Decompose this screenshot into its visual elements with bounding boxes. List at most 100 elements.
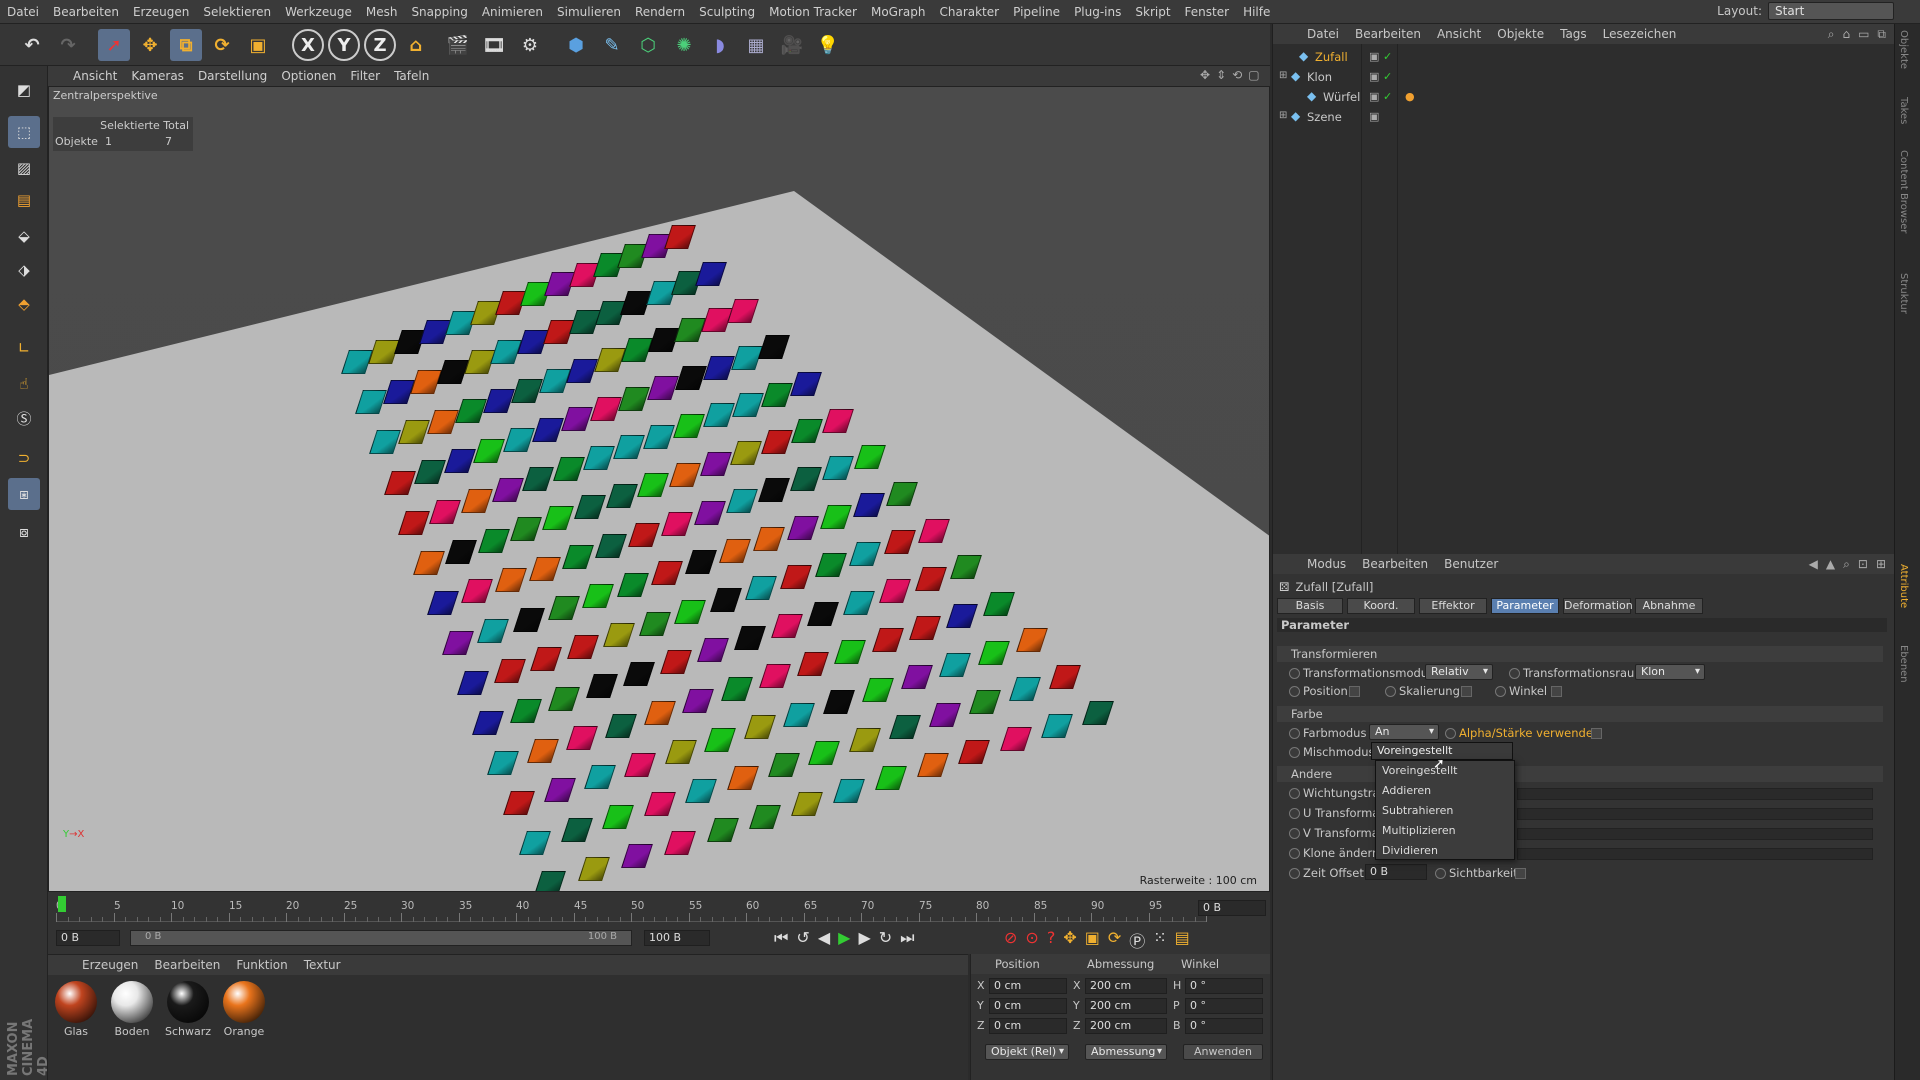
object-menu-5[interactable]: Lesezeichen [1595, 27, 1685, 41]
cloner-icon[interactable]: ✺ [668, 29, 700, 61]
material-item[interactable]: Boden [108, 981, 156, 1038]
clone-cube[interactable] [483, 389, 516, 414]
menu-16[interactable]: Skript [1128, 0, 1177, 24]
clone-cube[interactable] [674, 599, 707, 624]
visibility-checkbox[interactable] [1515, 868, 1526, 879]
next-key-icon[interactable]: ↻ [879, 928, 892, 948]
viewport-menu-3[interactable]: Optionen [274, 69, 343, 83]
clone-cube[interactable] [914, 567, 947, 592]
clone-cube[interactable] [628, 522, 661, 547]
menu-10[interactable]: Sculpting [692, 0, 762, 24]
clone-cube[interactable] [477, 619, 510, 644]
clone-cube[interactable] [522, 467, 555, 492]
clone-cube[interactable] [542, 506, 575, 531]
clone-cube[interactable] [510, 517, 543, 542]
clone-cube[interactable] [822, 690, 855, 715]
select-tool-icon[interactable]: ➚ [98, 29, 130, 61]
clone-cube[interactable] [398, 510, 430, 535]
coord-angle-field[interactable]: 0 ° [1185, 1018, 1263, 1034]
render-picture-icon[interactable]: 🎞 [478, 29, 510, 61]
clone-cube[interactable] [783, 702, 816, 727]
clone-cube[interactable] [682, 688, 715, 713]
clone-cube[interactable] [849, 541, 882, 566]
snap-icon[interactable]: Ⓢ [8, 402, 40, 434]
clone-cube[interactable] [702, 403, 735, 428]
coords-mode-dropdown[interactable]: Objekt (Rel) [985, 1044, 1069, 1060]
axis-mode-icon[interactable]: ∟ [8, 332, 40, 364]
clone-cube[interactable] [412, 550, 445, 575]
points-mode-icon[interactable]: ⬙ [8, 220, 40, 252]
clone-cube[interactable] [693, 500, 726, 525]
prev-key-icon[interactable]: ↺ [796, 928, 809, 948]
clone-cube[interactable] [460, 488, 493, 513]
other-group-header[interactable]: Andere [1277, 766, 1883, 782]
material-tag-icon[interactable]: ● [1405, 90, 1415, 103]
move-view-icon[interactable]: ✥ [1200, 68, 1210, 82]
x-axis-icon[interactable]: X [292, 29, 324, 61]
clone-cube[interactable] [577, 857, 610, 882]
menu-14[interactable]: Pipeline [1006, 0, 1067, 24]
clone-cube[interactable] [699, 451, 732, 476]
transform-space-radio[interactable] [1509, 668, 1520, 679]
clone-cube[interactable] [602, 623, 635, 648]
z-axis-icon[interactable]: Z [364, 29, 396, 61]
clone-cube[interactable] [532, 417, 564, 442]
scale-radio[interactable] [1385, 686, 1396, 697]
visibility-toggle-icon[interactable]: ▣ [1369, 50, 1379, 63]
color-mode-dropdown[interactable]: An [1369, 724, 1439, 740]
clone-cube[interactable] [426, 409, 459, 434]
blend-option[interactable]: Multiplizieren [1376, 821, 1514, 841]
material-item[interactable]: Schwarz [164, 981, 212, 1038]
layout-dropdown[interactable]: Start [1768, 2, 1894, 20]
menu-8[interactable]: Simulieren [550, 0, 628, 24]
light-icon[interactable]: 💡 [812, 29, 844, 61]
material-menu-0[interactable]: Erzeugen [74, 958, 146, 972]
object-menu-0[interactable]: Datei [1299, 27, 1347, 41]
clone-cube[interactable] [623, 662, 656, 687]
clone-cube[interactable] [791, 419, 824, 444]
tweak-mode-icon[interactable]: ☝ [8, 368, 40, 400]
clone-cube[interactable] [664, 224, 697, 249]
color-mode-radio[interactable] [1289, 728, 1300, 739]
right-tab-5[interactable]: Ebenen [1898, 645, 1909, 683]
clone-cube[interactable] [732, 392, 764, 417]
position-checkbox[interactable] [1349, 686, 1360, 697]
angle-radio[interactable] [1495, 686, 1506, 697]
clone-cube[interactable] [1009, 677, 1041, 702]
redo-icon[interactable]: ↷ [52, 29, 84, 61]
visibility-toggle-icon[interactable]: ▣ [1369, 90, 1379, 103]
right-tab-0[interactable]: Objekte [1898, 30, 1909, 69]
key-scale-icon[interactable]: ▣ [1085, 928, 1100, 952]
clone-cube[interactable] [473, 438, 506, 463]
visibility-radio[interactable] [1435, 868, 1446, 879]
cloned-cubes[interactable] [49, 87, 1269, 891]
right-tab-1[interactable]: Takes [1898, 97, 1909, 124]
coord-position-field[interactable]: 0 cm [989, 1018, 1067, 1034]
clone-cube[interactable] [849, 727, 881, 752]
coord-position-field[interactable]: 0 cm [989, 978, 1067, 994]
transform-mode-radio[interactable] [1289, 668, 1300, 679]
menu-9[interactable]: Rendern [628, 0, 692, 24]
clone-cube[interactable] [821, 408, 854, 433]
clone-cube[interactable] [753, 527, 785, 552]
blend-mode-radio[interactable] [1289, 747, 1300, 758]
keyframe-selection-icon[interactable]: ? [1047, 928, 1056, 952]
clone-cube[interactable] [663, 831, 696, 856]
search-icon[interactable]: ⌕ [1828, 27, 1835, 42]
clone-cube[interactable] [871, 627, 904, 652]
clones-radio[interactable] [1289, 848, 1300, 859]
material-menu-3[interactable]: Textur [296, 958, 349, 972]
clone-cube[interactable] [1040, 714, 1073, 739]
v-transform-slider[interactable] [1517, 828, 1873, 840]
clone-cube[interactable] [780, 564, 812, 589]
clone-cube[interactable] [369, 430, 402, 455]
visibility-toggle-icon[interactable]: ▣ [1369, 70, 1379, 83]
clone-cube[interactable] [585, 674, 618, 699]
object-name[interactable]: Klon [1307, 70, 1332, 84]
home-icon[interactable]: ⌂ [1842, 27, 1850, 42]
coord-size-field[interactable]: 200 cm [1085, 1018, 1167, 1034]
clone-cube[interactable] [744, 715, 776, 740]
right-tab-3[interactable]: Struktur [1898, 273, 1909, 314]
alpha-radio[interactable] [1445, 728, 1456, 739]
enabled-check-icon[interactable]: ✓ [1383, 90, 1392, 103]
